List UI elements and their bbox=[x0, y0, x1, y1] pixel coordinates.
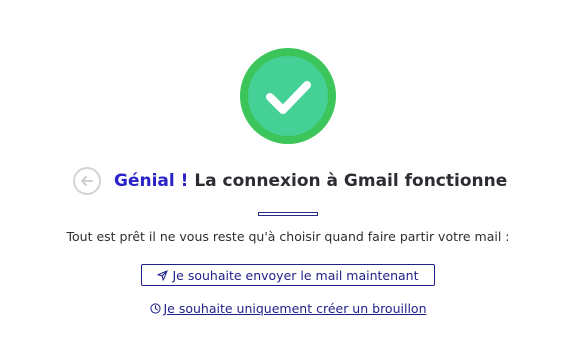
title-text: La connexion à Gmail fonctionne bbox=[194, 171, 508, 191]
title-accent: Génial ! bbox=[114, 171, 189, 191]
create-draft-label: Je souhaite uniquement créer un brouillo… bbox=[163, 300, 427, 316]
clock-icon bbox=[149, 302, 161, 314]
check-icon bbox=[266, 81, 311, 114]
send-now-button[interactable]: Je souhaite envoyer le mail maintenant bbox=[141, 264, 435, 286]
title-divider bbox=[258, 212, 318, 216]
back-button[interactable] bbox=[73, 167, 101, 195]
send-now-label: Je souhaite envoyer le mail maintenant bbox=[172, 267, 419, 283]
success-badge bbox=[240, 48, 336, 144]
create-draft-link[interactable]: Je souhaite uniquement créer un brouillo… bbox=[0, 299, 576, 317]
page-title: Génial ! La connexion à Gmail fonctionne bbox=[114, 168, 507, 194]
intro-text: Tout est prêt il ne vous reste qu'à choi… bbox=[66, 229, 510, 244]
paper-plane-icon bbox=[157, 269, 169, 281]
success-badge-inner bbox=[248, 56, 328, 136]
success-page: Génial ! La connexion à Gmail fonctionne… bbox=[0, 0, 576, 347]
arrow-left-icon bbox=[81, 176, 93, 186]
